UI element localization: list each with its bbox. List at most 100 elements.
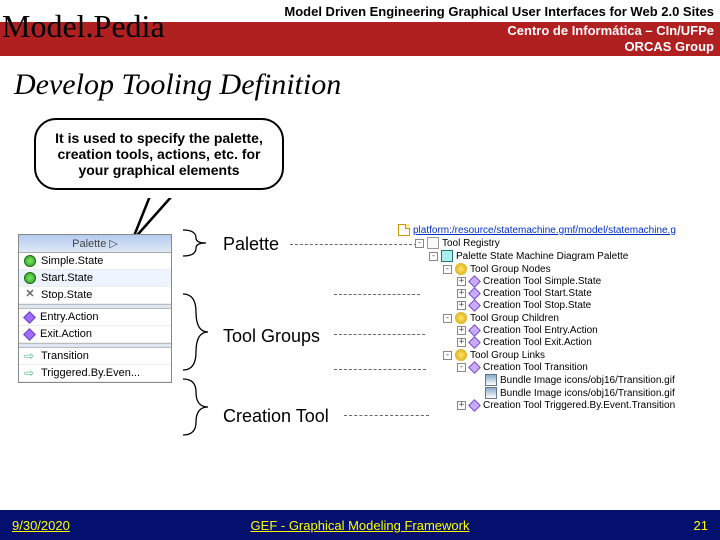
palette-item-label: Entry.Action bbox=[40, 311, 99, 323]
img-icon bbox=[485, 374, 497, 386]
footer-date: 9/30/2020 bbox=[12, 518, 70, 533]
tree-item[interactable]: Bundle Image icons/obj16/Transition.gif bbox=[398, 387, 698, 400]
palette-item-label: Exit.Action bbox=[40, 328, 92, 340]
footer-title: GEF - Graphical Modeling Framework bbox=[251, 518, 470, 533]
document-icon bbox=[398, 224, 410, 236]
grp-icon bbox=[455, 349, 467, 361]
label-palette: Palette bbox=[223, 234, 279, 255]
tree-item[interactable]: - Tool Group Links bbox=[398, 349, 698, 362]
palette-item-label: Simple.State bbox=[41, 255, 103, 267]
palette-item-label: Stop.State bbox=[41, 289, 92, 301]
tree-item-label: Creation Tool Start.State bbox=[483, 288, 592, 299]
tool-icon bbox=[468, 361, 481, 374]
palette-item[interactable]: ⇨ Triggered.By.Even... bbox=[19, 365, 171, 382]
tool-icon bbox=[468, 299, 481, 312]
palette-panel: Palette ▷ Simple.State Start.State ✕ Stop.S… bbox=[18, 234, 172, 383]
stop-icon: ✕ bbox=[24, 289, 36, 301]
action-icon bbox=[23, 311, 36, 324]
callout-bubble: It is used to specify the palette, creat… bbox=[34, 118, 284, 190]
tree-item-label: Bundle Image icons/obj16/Transition.gif bbox=[500, 375, 675, 386]
collapse-icon[interactable]: - bbox=[429, 252, 438, 261]
tree-item[interactable]: + Creation Tool Triggered.By.Event.Transi… bbox=[398, 400, 698, 412]
palette-item[interactable]: Exit.Action bbox=[19, 326, 171, 343]
collapse-icon[interactable]: - bbox=[457, 363, 466, 372]
tree-item[interactable]: + Creation Tool Start.State bbox=[398, 288, 698, 300]
tool-icon bbox=[468, 399, 481, 412]
palette-item-label: Transition bbox=[41, 350, 89, 362]
tree-item[interactable]: + Creation Tool Simple.State bbox=[398, 276, 698, 288]
tool-icon bbox=[468, 275, 481, 288]
palette-item[interactable]: ⇨ Transition bbox=[19, 348, 171, 365]
expand-icon[interactable]: + bbox=[457, 301, 466, 310]
state-icon bbox=[24, 255, 36, 267]
tool-icon bbox=[468, 324, 481, 337]
tree-item[interactable]: Bundle Image icons/obj16/Transition.gif bbox=[398, 374, 698, 387]
tree-item[interactable]: + Creation Tool Entry.Action bbox=[398, 325, 698, 337]
expand-icon[interactable]: + bbox=[457, 401, 466, 410]
tree-item-label: Creation Tool Simple.State bbox=[483, 276, 601, 287]
expand-icon[interactable]: + bbox=[457, 338, 466, 347]
tree-root[interactable]: platform:/resource/statemachine.gmf/mode… bbox=[398, 224, 698, 237]
tree-item-label: Palette State Machine Diagram Palette bbox=[456, 251, 628, 262]
brace-icon bbox=[178, 228, 218, 258]
tree-item[interactable]: -Tool Registry bbox=[398, 237, 698, 250]
expand-icon[interactable]: + bbox=[457, 277, 466, 286]
palette-item[interactable]: Entry.Action bbox=[19, 309, 171, 326]
tree-item-label: Creation Tool Stop.State bbox=[483, 300, 591, 311]
header-topline: Model Driven Engineering Graphical User … bbox=[284, 4, 714, 19]
tree-item-label: Creation Tool Entry.Action bbox=[483, 325, 598, 336]
slide-header: Model Driven Engineering Graphical User … bbox=[0, 0, 720, 58]
palette-header-label: Palette bbox=[72, 238, 106, 250]
tree-item[interactable]: + Creation Tool Stop.State bbox=[398, 300, 698, 312]
palette-item[interactable]: ✕ Stop.State bbox=[19, 287, 171, 304]
tree-item[interactable]: - Palette State Machine Diagram Palette bbox=[398, 250, 698, 263]
brace-icon bbox=[178, 377, 218, 437]
tree-item-label: Tool Group Nodes bbox=[470, 264, 551, 275]
tree-item-label: Creation Tool Transition bbox=[483, 362, 588, 373]
reg-icon bbox=[427, 237, 439, 249]
state-icon bbox=[24, 272, 36, 284]
label-creation-tool: Creation Tool bbox=[223, 406, 329, 427]
pal-icon bbox=[441, 250, 453, 262]
logo: Model.Pedia bbox=[2, 8, 165, 45]
slide-footer: 9/30/2020 GEF - Graphical Modeling Frame… bbox=[0, 510, 720, 540]
tree-item[interactable]: - Tool Group Nodes bbox=[398, 263, 698, 276]
img-icon bbox=[485, 387, 497, 399]
palette-item-label: Start.State bbox=[41, 272, 93, 284]
subhead-line2: ORCAS Group bbox=[507, 39, 714, 55]
content-area: Palette ▷ Simple.State Start.State ✕ Stop.S… bbox=[18, 234, 706, 484]
transition-icon: ⇨ bbox=[24, 350, 36, 362]
header-subhead: Centro de Informática – CIn/UFPe ORCAS G… bbox=[507, 23, 714, 54]
palette-item[interactable]: Simple.State bbox=[19, 253, 171, 270]
tree-item-label: Creation Tool Triggered.By.Event.Transit… bbox=[483, 400, 675, 411]
tree-root-label: platform:/resource/statemachine.gmf/mode… bbox=[413, 225, 676, 236]
footer-page: 21 bbox=[694, 518, 708, 533]
subhead-line1: Centro de Informática – CIn/UFPe bbox=[507, 23, 714, 39]
brace-icon bbox=[178, 292, 218, 372]
action-icon bbox=[23, 328, 36, 341]
expand-icon[interactable]: + bbox=[457, 326, 466, 335]
collapse-icon[interactable]: - bbox=[415, 239, 424, 248]
label-tool-groups: Tool Groups bbox=[223, 326, 320, 347]
tree-item-label: Tool Group Children bbox=[470, 313, 559, 324]
tree-item[interactable]: - Creation Tool Transition bbox=[398, 362, 698, 374]
palette-item[interactable]: Start.State bbox=[19, 270, 171, 287]
transition-icon: ⇨ bbox=[24, 367, 36, 379]
tree-item-label: Bundle Image icons/obj16/Transition.gif bbox=[500, 388, 675, 399]
palette-item-label: Triggered.By.Even... bbox=[41, 367, 140, 379]
slide-title: Develop Tooling Definition bbox=[14, 68, 720, 102]
tree-item-label: Creation Tool Exit.Action bbox=[483, 337, 592, 348]
tree-item[interactable]: - Tool Group Children bbox=[398, 312, 698, 325]
expand-icon[interactable]: + bbox=[457, 289, 466, 298]
tool-icon bbox=[468, 336, 481, 349]
collapse-icon[interactable]: - bbox=[443, 314, 452, 323]
connector-line bbox=[344, 415, 429, 416]
grp-icon bbox=[455, 312, 467, 324]
palette-header: Palette ▷ bbox=[19, 235, 171, 253]
collapse-icon[interactable]: - bbox=[443, 265, 452, 274]
tree-panel: platform:/resource/statemachine.gmf/mode… bbox=[398, 224, 698, 412]
collapse-icon[interactable]: - bbox=[443, 351, 452, 360]
tree-item-label: Tool Group Links bbox=[470, 350, 545, 361]
tree-item[interactable]: + Creation Tool Exit.Action bbox=[398, 337, 698, 349]
tool-icon bbox=[468, 287, 481, 300]
